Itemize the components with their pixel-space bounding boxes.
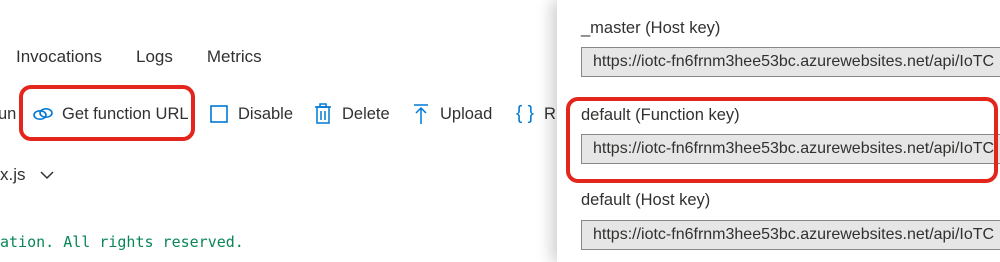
key-url-master-host[interactable]: https://iotc-fn6frnm3hee53bc.azurewebsit… [581, 47, 1000, 77]
function-url-panel: _master (Host key) https://iotc-fn6frnm3… [557, 0, 1000, 262]
disable-label: Disable [238, 104, 294, 123]
delete-label: Delete [342, 104, 390, 123]
upload-label: Upload [440, 104, 493, 123]
upload-icon [410, 103, 432, 125]
upload-button[interactable]: Upload [410, 100, 492, 128]
key-label-default-function: default (Function key) [581, 106, 740, 124]
disable-button[interactable]: Disable [208, 100, 293, 128]
get-function-url-button[interactable]: Get function URL [32, 100, 189, 128]
refresh-label: R [544, 104, 556, 123]
key-label-default-host: default (Host key) [581, 191, 711, 209]
tab-strip: Invocations Logs Metrics [16, 47, 262, 67]
file-name: x.js [0, 165, 26, 184]
delete-button[interactable]: Delete [312, 100, 390, 128]
stop-square-icon [208, 103, 230, 125]
get-function-url-label: Get function URL [62, 104, 189, 123]
code-line: ation. All rights reserved. [0, 233, 244, 251]
braces-icon: { } [516, 103, 534, 124]
key-url-default-function[interactable]: https://iotc-fn6frnm3hee53bc.azurewebsit… [581, 134, 1000, 164]
run-button[interactable]: un [0, 100, 16, 128]
chevron-down-icon [39, 170, 54, 180]
link-icon [32, 103, 54, 125]
run-button-label: un [0, 104, 17, 123]
tab-invocations[interactable]: Invocations [16, 47, 102, 67]
key-label-master-host: _master (Host key) [581, 19, 721, 37]
file-selector[interactable]: x.js [0, 165, 54, 185]
tab-logs[interactable]: Logs [136, 47, 173, 67]
key-url-default-host[interactable]: https://iotc-fn6frnm3hee53bc.azurewebsit… [581, 220, 1000, 250]
refresh-button[interactable]: { } R [514, 100, 556, 128]
trash-icon [312, 103, 334, 125]
tab-metrics[interactable]: Metrics [207, 47, 262, 67]
